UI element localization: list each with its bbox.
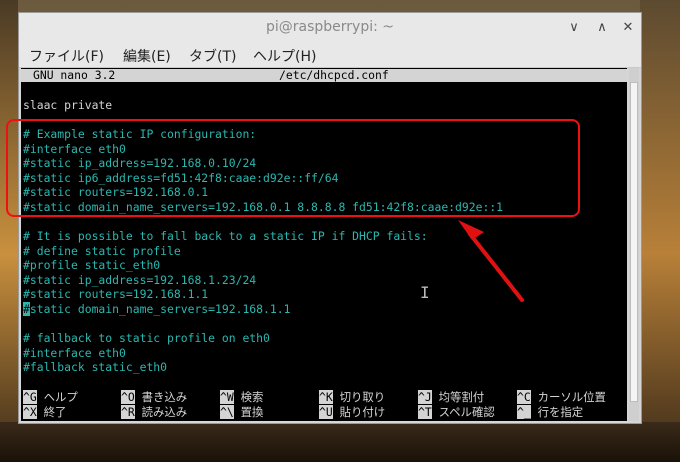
annotation-arrow-icon xyxy=(458,220,524,302)
